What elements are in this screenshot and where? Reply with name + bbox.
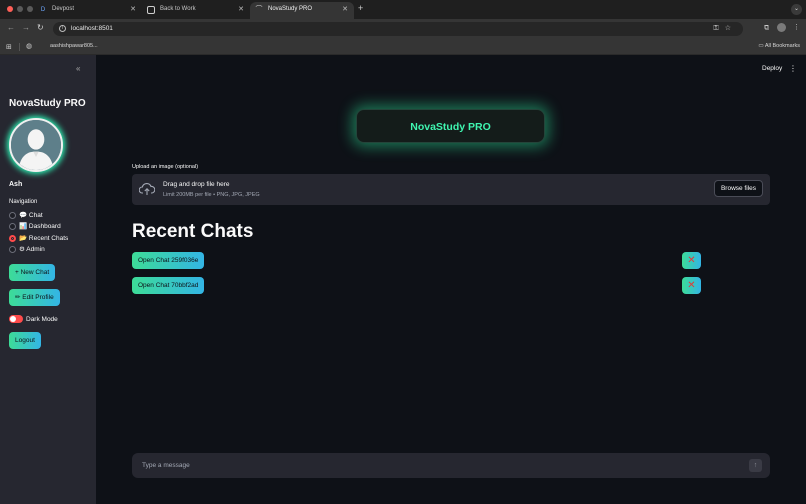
delete-chat-button[interactable]: ✕	[682, 252, 701, 269]
close-window-button[interactable]	[7, 6, 13, 12]
message-input[interactable]	[132, 453, 742, 478]
page-title: Recent Chats	[132, 221, 254, 242]
nav-item-label: 📊 Dashboard	[19, 223, 61, 231]
tab-title: NovaStudy PRO	[268, 6, 313, 12]
upload-label: Upload an image (optional)	[132, 164, 199, 170]
file-dropzone[interactable]: Drag and drop file here Limit 200MB per …	[132, 174, 770, 205]
user-silhouette-icon	[11, 120, 61, 170]
dropzone-title: Drag and drop file here	[163, 181, 230, 188]
radio-button-selected[interactable]	[9, 235, 16, 242]
tab-devpost[interactable]: D Devpost ✕	[34, 2, 142, 19]
url-text: localhost:8501	[71, 25, 113, 32]
browser-tab-bar: D Devpost ✕ Back to Work ✕ ⌒ NovaStudy P…	[0, 0, 806, 19]
tab-title: Back to Work	[160, 6, 196, 12]
username: Ash	[9, 181, 23, 188]
url-actions: ⚿☆	[713, 24, 737, 33]
address-bar-row: ← → ↻ i localhost:8501 ⚿☆ ⧉ ⋮	[0, 19, 806, 39]
close-tab-icon[interactable]: ✕	[342, 2, 348, 17]
deploy-button[interactable]: Deploy	[762, 65, 782, 72]
dark-mode-label: Dark Mode	[26, 316, 58, 323]
new-chat-button[interactable]: + New Chat	[9, 264, 56, 281]
all-bookmarks-button[interactable]: ▭ All Bookmarks	[758, 43, 800, 49]
main-content: Deploy ⋮ NovaStudy PRO Upload an image (…	[96, 55, 806, 504]
nav-item-label: 💬 Chat	[19, 212, 43, 220]
dark-mode-toggle[interactable]	[9, 315, 23, 324]
send-arrow-icon[interactable]: ↑	[749, 459, 762, 472]
bookmark-divider	[19, 43, 20, 51]
tab-title: Devpost	[52, 6, 75, 12]
open-chat-button[interactable]: Open Chat 259f036e	[132, 252, 205, 269]
new-tab-icon[interactable]: +	[358, 3, 363, 13]
globe-icon[interactable]: ◍	[26, 42, 32, 50]
sidebar-title: NovaStudy PRO	[9, 98, 86, 109]
hero-title: NovaStudy PRO	[356, 109, 545, 143]
radio-button[interactable]	[9, 223, 16, 230]
tab-back-to-work[interactable]: Back to Work ✕	[142, 2, 250, 19]
bookmark-item[interactable]: aashishpawar805...	[50, 43, 98, 49]
extensions-icon[interactable]: ⧉	[764, 24, 769, 31]
radio-button[interactable]	[9, 246, 16, 253]
collapse-sidebar-icon[interactable]: «	[76, 64, 80, 73]
chevron-down-icon[interactable]: ⌄	[791, 4, 802, 15]
nav-item-label: ⚙ Admin	[19, 246, 45, 254]
key-icon[interactable]: ⚿	[713, 25, 724, 32]
edit-profile-button[interactable]: ✏ Edit Profile	[9, 289, 60, 306]
nav-item-admin[interactable]: ⚙ Admin	[9, 246, 45, 256]
devpost-favicon-icon: D	[40, 7, 46, 13]
maximize-window-button[interactable]	[27, 6, 33, 12]
more-menu-icon[interactable]: ⋮	[789, 64, 797, 73]
url-field[interactable]: i localhost:8501 ⚿☆	[53, 22, 743, 36]
chat-input-container: ↑	[132, 453, 770, 478]
nav-item-recent-chats[interactable]: 📂 Recent Chats	[9, 235, 68, 245]
bookmarks-bar: ⊞ ◍ aashishpawar805... ▭ All Bookmarks	[0, 39, 806, 55]
site-info-icon[interactable]: i	[59, 25, 66, 32]
nav-item-dashboard[interactable]: 📊 Dashboard	[9, 223, 61, 233]
nav-item-label: 📂 Recent Chats	[19, 235, 69, 243]
dark-mode-toggle-row[interactable]: Dark Mode	[9, 315, 58, 324]
cloud-upload-icon	[139, 183, 155, 195]
navigation-label: Navigation	[9, 199, 38, 205]
all-bookmarks-label: All Bookmarks	[764, 43, 800, 49]
close-tab-icon[interactable]: ✕	[130, 2, 136, 17]
nav-item-chat[interactable]: 💬 Chat	[9, 212, 43, 222]
tab-novastudy[interactable]: ⌒ NovaStudy PRO ✕	[250, 2, 354, 19]
forward-arrow-icon[interactable]: →	[22, 23, 30, 32]
apps-grid-icon[interactable]: ⊞	[6, 43, 12, 51]
browse-files-button[interactable]: Browse files	[713, 180, 763, 197]
streamlit-favicon-icon: ⌒	[255, 6, 263, 13]
document-favicon-icon	[147, 6, 155, 14]
profile-avatar	[9, 118, 63, 172]
radio-button[interactable]	[9, 212, 16, 219]
delete-chat-button[interactable]: ✕	[682, 277, 701, 294]
logout-button[interactable]: Logout	[9, 332, 41, 349]
back-arrow-icon[interactable]: ←	[7, 23, 15, 32]
profile-avatar-icon[interactable]	[777, 23, 787, 32]
dropzone-limit: Limit 200MB per file • PNG, JPG, JPEG	[163, 192, 260, 198]
open-chat-button[interactable]: Open Chat 70bbf2ad	[132, 277, 205, 294]
minimize-window-button[interactable]	[17, 6, 23, 12]
sidebar: « NovaStudy PRO Ash Navigation 💬 Chat 📊 …	[0, 55, 96, 504]
reload-icon[interactable]: ↻	[37, 23, 44, 32]
browser-toolbar: ⧉ ⋮	[764, 23, 800, 32]
close-tab-icon[interactable]: ✕	[238, 2, 244, 17]
browser-menu-icon[interactable]: ⋮	[793, 24, 800, 31]
star-icon[interactable]: ☆	[725, 25, 737, 32]
